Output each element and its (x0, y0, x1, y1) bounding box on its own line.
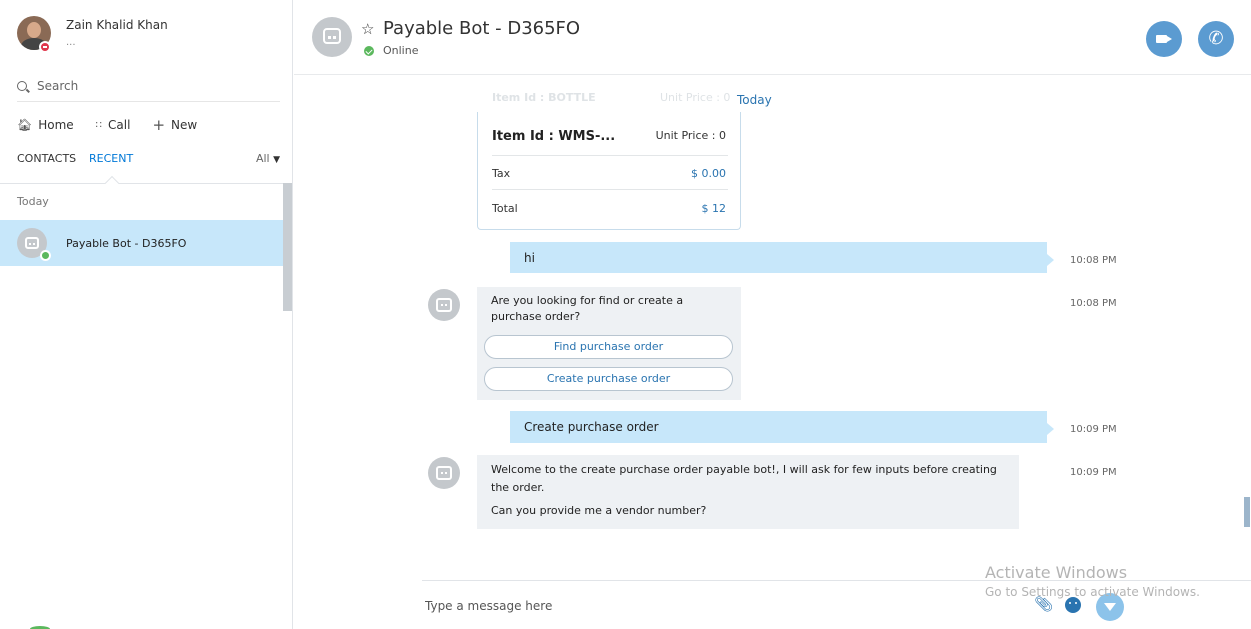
bot-avatar-large[interactable] (312, 17, 352, 57)
message-time: 10:09 PM (1070, 467, 1117, 478)
chat-scrollbar[interactable] (1244, 497, 1250, 527)
receipt-total-label: Total (492, 202, 518, 215)
faded-price-label: Unit Price : 0 (660, 91, 731, 104)
bot-avatar (428, 457, 460, 489)
phone-icon: ✆ (1208, 28, 1224, 49)
message-text: hi (524, 251, 535, 265)
profile-name[interactable]: Zain Khalid Khan (66, 18, 168, 32)
nav-new-label: New (171, 118, 198, 132)
video-call-icon (1156, 35, 1172, 43)
find-purchase-order-button[interactable]: Find purchase order (484, 335, 733, 359)
outgoing-message[interactable]: Create purchase order (510, 411, 1054, 443)
main-nav: 🏠︎ Home ∷ Call + New (17, 115, 197, 135)
incoming-message[interactable]: Are you looking for find or create a pur… (477, 287, 741, 400)
outgoing-message[interactable]: hi (510, 242, 1054, 273)
chevron-down-icon: ▼ (273, 155, 280, 165)
recent-contact-item[interactable]: Payable Bot - D365FO (0, 220, 283, 266)
nav-new[interactable]: + New (152, 115, 197, 135)
receipt-divider (492, 155, 728, 156)
emoji-icon[interactable] (1065, 597, 1081, 613)
message-text: Welcome to the create purchase order pay… (491, 463, 997, 494)
message-time: 10:08 PM (1070, 255, 1117, 266)
receipt-item-id: Item Id : WMS-... (492, 129, 616, 144)
nav-call-label: Call (108, 118, 131, 132)
nav-home-label: Home (38, 118, 74, 132)
sidebar-scrollbar[interactable] (283, 183, 292, 311)
online-status-icon (364, 46, 374, 56)
nav-home[interactable]: 🏠︎ Home (17, 115, 74, 135)
recent-group-label: Today (17, 195, 49, 208)
receipt-divider (492, 189, 728, 190)
receipt-tax-label: Tax (492, 167, 511, 180)
message-input[interactable] (425, 599, 985, 613)
message-text: Can you provide me a vendor number? (491, 504, 707, 517)
do-not-disturb-icon (39, 41, 51, 53)
dialpad-icon: ∷ (95, 119, 103, 131)
message-text: Are you looking for find or create a pur… (491, 294, 684, 323)
receipt-unit-price: Unit Price : 0 (655, 129, 726, 142)
sidebar: Zain Khalid Khan ... 🏠︎ Home ∷ Call + Ne… (0, 0, 293, 629)
presence-status: Online (383, 44, 419, 57)
incoming-message[interactable]: Welcome to the create purchase order pay… (477, 455, 1019, 529)
audio-call-button[interactable]: ✆ (1198, 21, 1234, 57)
message-composer: 📎︎ (422, 580, 1251, 629)
contact-name: Payable Bot - D365FO (66, 237, 187, 250)
home-icon: 🏠︎ (17, 118, 33, 132)
tabs-divider (0, 183, 293, 184)
receipt-card: Item Id : WMS-... Unit Price : 0 Tax $ 0… (477, 112, 741, 230)
attach-icon[interactable]: 📎︎ (1034, 595, 1053, 613)
plus-icon: + (152, 116, 166, 134)
profile-header[interactable]: Zain Khalid Khan ... (0, 0, 293, 70)
profile-mood[interactable]: ... (66, 37, 76, 48)
tab-recent[interactable]: RECENT (89, 152, 133, 165)
faded-item-label: Item Id : BOTTLE (492, 91, 596, 104)
bot-avatar (428, 289, 460, 321)
faded-previous-card: Item Id : BOTTLE Unit Price : 0 (492, 91, 730, 104)
message-time: 10:09 PM (1070, 424, 1117, 435)
tab-contacts[interactable]: CONTACTS (17, 152, 76, 165)
date-separator: Today (737, 93, 772, 107)
search-bar[interactable] (17, 78, 280, 102)
receipt-tax-value: $ 0.00 (691, 167, 726, 180)
conversation-title[interactable]: Payable Bot - D365FO (383, 18, 580, 39)
chat-area: Item Id : BOTTLE Unit Price : 0 Today It… (294, 76, 1251, 629)
search-input[interactable] (37, 79, 267, 93)
send-icon[interactable] (1096, 593, 1124, 621)
conversation-header: ☆ Payable Bot - D365FO Online ✆ (294, 0, 1251, 75)
online-status-icon (40, 250, 51, 261)
contact-tabs: CONTACTS RECENT All ▼ (17, 152, 280, 180)
create-purchase-order-button[interactable]: Create purchase order (484, 367, 733, 391)
star-icon[interactable]: ☆ (361, 20, 374, 38)
nav-call[interactable]: ∷ Call (96, 115, 131, 135)
message-text: Create purchase order (524, 420, 659, 434)
search-icon (17, 81, 27, 91)
receipt-total-value: $ 12 (701, 202, 727, 215)
message-time: 10:08 PM (1070, 298, 1117, 309)
filter-all-label: All (255, 152, 270, 165)
video-call-button[interactable] (1146, 21, 1182, 57)
filter-all-dropdown[interactable]: All ▼ (256, 152, 280, 165)
